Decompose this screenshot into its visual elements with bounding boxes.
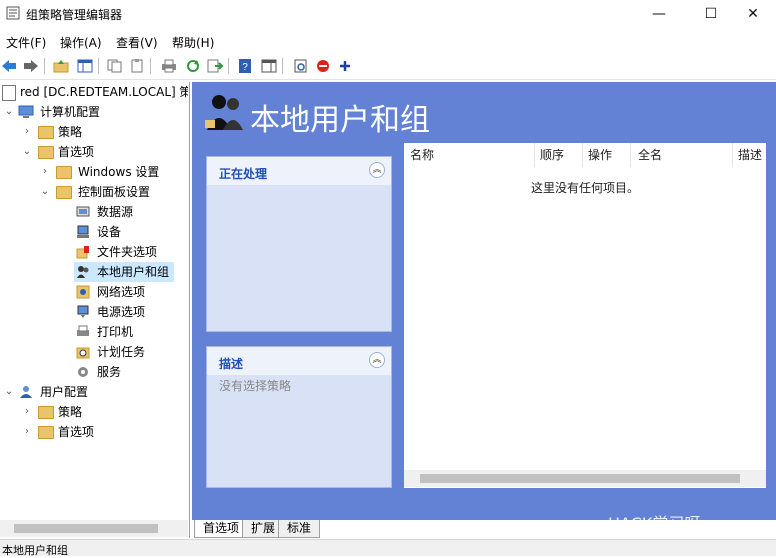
printer-icon xyxy=(76,325,90,339)
menu-view[interactable]: 查看(V) xyxy=(116,34,158,51)
scrollbar-thumb[interactable] xyxy=(14,524,158,533)
policy-document-icon xyxy=(2,85,16,101)
delete-icon[interactable] xyxy=(314,57,332,75)
chevron-down-icon[interactable]: ⌄ xyxy=(4,382,14,402)
tree-item-datasource[interactable]: 数据源 xyxy=(0,202,188,222)
watermark: HACK学习呀 xyxy=(608,514,701,533)
toolbar: ? xyxy=(0,53,776,80)
app-icon xyxy=(6,6,20,20)
chevron-right-icon[interactable]: › xyxy=(40,162,50,182)
folder-options-icon xyxy=(76,245,90,259)
network-icon xyxy=(76,285,90,299)
folder-icon xyxy=(38,126,54,139)
column-header-fullname[interactable]: 全名 xyxy=(638,143,662,167)
tree-item-services[interactable]: 服务 xyxy=(0,362,188,382)
list-horizontal-scrollbar[interactable] xyxy=(404,470,766,487)
folder-icon xyxy=(38,426,54,439)
add-icon[interactable] xyxy=(336,57,354,75)
chevron-up-icon[interactable]: ︽ xyxy=(369,162,385,178)
tree-item-devices[interactable]: 设备 xyxy=(0,222,188,242)
show-hide-tree-icon[interactable] xyxy=(76,57,94,75)
tab-standard[interactable]: 标准 xyxy=(278,520,321,538)
chevron-down-icon[interactable]: ⌄ xyxy=(22,142,32,162)
chevron-up-icon[interactable]: ︽ xyxy=(369,352,385,368)
chevron-right-icon[interactable]: › xyxy=(22,402,32,422)
panel-title: 正在处理 xyxy=(219,167,268,181)
computer-icon xyxy=(18,105,34,119)
show-action-pane-icon[interactable] xyxy=(260,57,278,75)
up-folder-icon[interactable] xyxy=(52,57,70,75)
paste-icon[interactable] xyxy=(128,57,146,75)
folder-icon xyxy=(38,146,54,159)
processing-panel: 正在处理 ︽ xyxy=(206,156,392,332)
menu-bar: 文件(F) 操作(A) 查看(V) 帮助(H) xyxy=(0,30,776,52)
tree-item-local-users[interactable]: 本地用户和组 xyxy=(74,262,174,282)
status-text: 本地用户和组 xyxy=(2,544,68,557)
tree-item-power-options[interactable]: 电源选项 xyxy=(0,302,188,322)
datasource-icon xyxy=(76,205,90,219)
tree-item-control-panel[interactable]: ⌄ 控制面板设置 xyxy=(0,182,188,202)
folder-icon xyxy=(38,406,54,419)
close-button[interactable]: ✕ xyxy=(730,0,776,28)
chevron-down-icon[interactable]: ⌄ xyxy=(40,182,50,202)
tree-item-user-policies[interactable]: › 策略 xyxy=(0,402,188,422)
console-tree: red [DC.REDTEAM.LOCAL] 策 ⌄ 计算机配置 › 策略 ⌄ … xyxy=(0,82,188,520)
tree-item-network-options[interactable]: 网络选项 xyxy=(0,282,188,302)
panel-header: 描述 ︽ xyxy=(207,347,391,375)
user-icon xyxy=(18,385,34,399)
tree-item-policies[interactable]: › 策略 xyxy=(0,122,188,142)
splitter[interactable] xyxy=(189,82,190,538)
column-header-order[interactable]: 顺序 xyxy=(540,143,564,167)
tree-horizontal-scrollbar[interactable] xyxy=(0,520,188,537)
refresh-icon[interactable] xyxy=(184,57,202,75)
chevron-right-icon[interactable]: › xyxy=(22,122,32,142)
back-icon[interactable] xyxy=(0,57,18,75)
scrollbar-thumb[interactable] xyxy=(420,474,740,483)
tree-item-windows-settings[interactable]: › Windows 设置 xyxy=(0,162,188,182)
tree-item-preferences[interactable]: ⌄ 首选项 xyxy=(0,142,188,162)
menu-file[interactable]: 文件(F) xyxy=(6,34,46,51)
description-text: 没有选择策略 xyxy=(219,379,292,393)
minimize-button[interactable]: — xyxy=(636,0,682,28)
chevron-down-icon[interactable]: ⌄ xyxy=(4,102,14,122)
scheduled-task-icon xyxy=(76,345,90,359)
help-icon[interactable]: ? xyxy=(236,57,254,75)
menu-action[interactable]: 操作(A) xyxy=(60,34,102,51)
tree-item-folder-options[interactable]: 文件夹选项 xyxy=(0,242,188,262)
tab-preferences[interactable]: 首选项 xyxy=(194,520,249,538)
tree-item-user-preferences[interactable]: › 首选项 xyxy=(0,422,188,442)
local-users-groups-icon xyxy=(203,92,245,132)
export-list-icon[interactable] xyxy=(206,57,224,75)
description-panel: 描述 ︽ 没有选择策略 xyxy=(206,346,392,488)
copy-icon[interactable] xyxy=(106,57,124,75)
svg-text:?: ? xyxy=(242,62,248,73)
column-header-description[interactable]: 描述 xyxy=(738,143,762,167)
panel-header: 正在处理 ︽ xyxy=(207,157,391,185)
column-header-name[interactable]: 名称 xyxy=(410,143,434,167)
items-list[interactable]: 名称 顺序 操作 全名 描述 这里没有任何项目。 xyxy=(404,143,766,488)
tree-item-user-config[interactable]: ⌄ 用户配置 xyxy=(0,382,188,402)
power-icon xyxy=(76,305,90,319)
window-title: 组策略管理编辑器 xyxy=(26,8,123,22)
device-icon xyxy=(76,225,90,239)
column-header-action[interactable]: 操作 xyxy=(588,143,612,167)
users-icon xyxy=(76,265,90,279)
menu-help[interactable]: 帮助(H) xyxy=(172,34,214,51)
control-panel-folder-icon xyxy=(56,186,72,199)
print-icon[interactable] xyxy=(160,57,178,75)
tree-item-computer-config[interactable]: ⌄ 计算机配置 xyxy=(0,102,188,122)
forward-icon[interactable] xyxy=(22,57,40,75)
status-bar: 本地用户和组 xyxy=(0,539,776,557)
chevron-right-icon[interactable]: › xyxy=(22,422,32,442)
maximize-button[interactable]: ☐ xyxy=(688,0,734,28)
new-item-icon[interactable] xyxy=(292,57,310,75)
panel-title: 描述 xyxy=(219,357,244,371)
page-title: 本地用户和组 xyxy=(250,103,430,138)
folder-icon xyxy=(56,166,72,179)
gear-icon xyxy=(76,365,90,379)
tree-item-scheduled-tasks[interactable]: 计划任务 xyxy=(0,342,188,362)
empty-list-message: 这里没有任何项目。 xyxy=(530,181,639,195)
tree-item-printers[interactable]: 打印机 xyxy=(0,322,188,342)
